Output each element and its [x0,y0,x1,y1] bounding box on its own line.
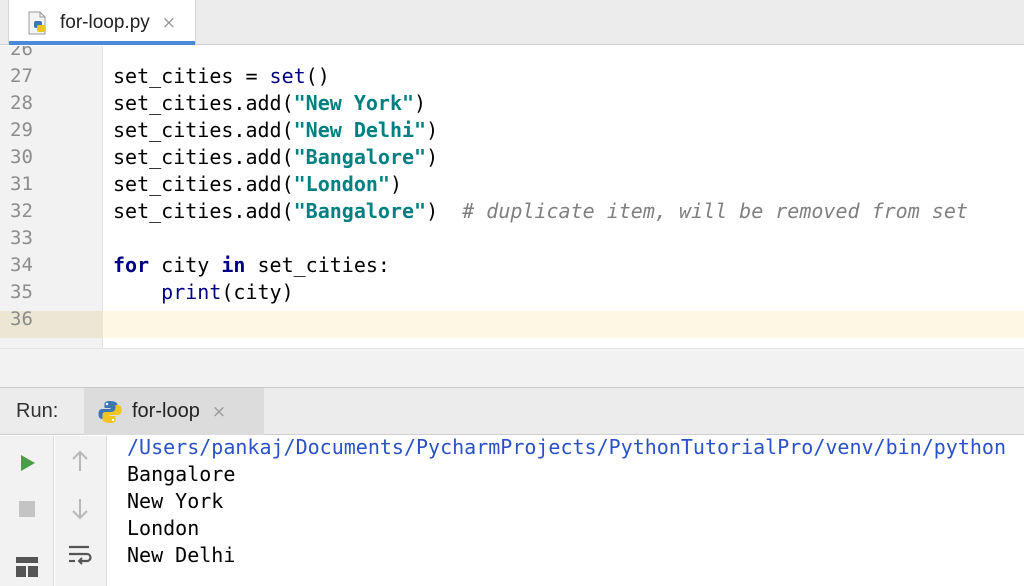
arrow-up-icon[interactable] [63,444,97,478]
code-line[interactable]: 34 for city in set_cities: [0,252,1024,279]
run-window-title: Run: [16,400,59,422]
code-line[interactable]: 35 print(city) [0,279,1024,306]
code-editor[interactable]: 26 27 set_cities = set() 28 set_cities.add("… [0,46,1024,348]
close-icon[interactable]: × [212,402,226,422]
code-text: set_cities.add("London") [113,171,402,198]
output-line: Bangalore [127,462,236,486]
code-token: (city) [221,280,294,304]
output-interpreter-path[interactable]: /Users/pankaj/Documents/PycharmProjects/… [127,434,1006,461]
code-token: set_cities.add( [113,91,294,115]
code-token: set_cities.add( [113,118,294,142]
code-token: ) [426,118,439,142]
code-comment: # duplicate item, will be removed from s… [462,199,968,223]
code-text: set_cities = set() [113,63,330,90]
code-string: "Bangalore" [293,199,427,223]
editor-tab-label: for-loop.py [60,11,150,33]
code-string: "New York" [293,91,415,115]
code-text: set_cities.add("Bangalore") [113,144,438,171]
code-text: set_cities.add("New York") [113,90,426,117]
code-line[interactable]: 27 set_cities = set() [0,63,1024,90]
line-number: 33 [10,227,33,249]
code-token: set_cities.add( [113,172,294,196]
line-number: 36 [10,308,33,330]
code-text: set_cities.add("New Delhi") [113,117,438,144]
code-text: print(city) [113,279,294,306]
code-string: "London" [293,172,390,196]
code-token: set_cities: [245,253,390,277]
panel-splitter[interactable] [0,348,1024,388]
code-line[interactable]: 29 set_cities.add("New Delhi") [0,117,1024,144]
code-line[interactable]: 32 set_cities.add("Bangalore") # duplicat… [0,198,1024,225]
code-line[interactable]: 33 [0,225,1024,252]
code-token: city [149,253,222,277]
code-token: print [161,280,222,304]
python-file-icon [25,10,51,36]
output-line: New York [127,489,224,513]
code-token: ) [426,199,463,223]
layout-icon[interactable] [10,550,44,584]
line-number: 26 [10,46,33,60]
run-tool-window: /Users/pankaj/Documents/PycharmProjects/… [0,434,1024,586]
output-line: New Delhi [127,543,236,567]
run-icon[interactable] [10,446,44,480]
run-tab-label: for-loop [132,400,200,422]
soft-wrap-icon[interactable] [63,538,97,572]
output-line: London [127,516,200,540]
python-icon [97,399,123,425]
code-line[interactable]: 28 set_cities.add("New York") [0,90,1024,117]
line-number: 27 [10,65,33,87]
code-line[interactable]: 26 [0,46,1024,63]
arrow-down-icon[interactable] [63,492,97,526]
code-token: ) [426,145,439,169]
code-line[interactable]: 30 set_cities.add("Bangalore") [0,144,1024,171]
run-tool-window-header: Run: for-loop × [0,388,1024,435]
code-token: set_cities.add( [113,199,294,223]
run-toolbar-primary [0,436,54,586]
run-toolbar-secondary [55,436,107,586]
code-token: set_cities.add( [113,145,294,169]
code-token: ) [414,91,427,115]
editor-tab-bar: for-loop.py × [0,0,1024,45]
code-string: "Bangalore" [293,145,427,169]
code-keyword: in [221,253,246,277]
line-number: 32 [10,200,33,222]
code-string: "New Delhi" [293,118,427,142]
active-tab-indicator [9,41,195,45]
code-line[interactable]: 36 [0,306,1024,333]
line-number: 31 [10,173,33,195]
code-token: set_cities = [113,64,270,88]
stop-icon[interactable] [10,492,44,526]
code-token: ) [389,172,402,196]
code-keyword: for [113,253,150,277]
code-token: () [305,64,330,88]
editor-tab-for-loop[interactable]: for-loop.py × [8,0,196,45]
close-icon[interactable]: × [162,13,176,33]
line-number: 35 [10,281,33,303]
line-number: 29 [10,119,33,141]
code-text: set_cities.add("Bangalore") # duplicate … [113,198,968,225]
code-token: set [269,64,306,88]
code-text: for city in set_cities: [113,252,390,279]
code-line[interactable]: 31 set_cities.add("London") [0,171,1024,198]
line-number: 30 [10,146,33,168]
line-number: 28 [10,92,33,114]
line-number: 34 [10,254,33,276]
run-tab-for-loop[interactable]: for-loop × [84,388,264,435]
